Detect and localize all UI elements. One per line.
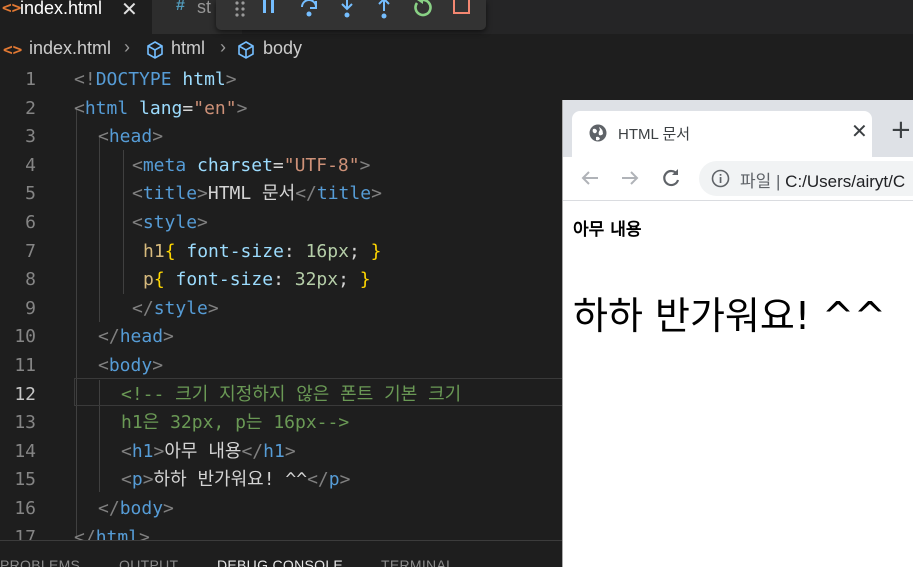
pause-icon[interactable] bbox=[256, 0, 282, 23]
code-text: </head> bbox=[98, 326, 174, 348]
code-line: 8 p{ font-size: 32px; } bbox=[0, 266, 620, 295]
html-file-icon: <> bbox=[2, 0, 22, 17]
breadcrumb-item-file[interactable]: index.html bbox=[29, 38, 111, 59]
browser-toolbar: 파일 | C:/Users/airyt/C bbox=[563, 157, 913, 201]
address-bar[interactable]: 파일 | C:/Users/airyt/C bbox=[699, 161, 913, 196]
back-arrow-icon[interactable] bbox=[576, 164, 604, 192]
css-hash-icon: # bbox=[176, 0, 185, 14]
panel-tab-bar: PROBLEMS OUTPUT DEBUG CONSOLE TERMINAL bbox=[0, 540, 562, 567]
code-line: 9 </style> bbox=[0, 295, 620, 324]
globe-icon bbox=[588, 123, 608, 143]
code-line: 3 <head> bbox=[0, 123, 620, 152]
line-number: 14 bbox=[14, 440, 36, 462]
tab-label: st bbox=[197, 0, 212, 17]
line-number: 6 bbox=[25, 212, 36, 233]
code-text: <p>하하 반가워요! ^^</p> bbox=[121, 469, 351, 491]
browser-tab-strip: HTML 문서 ✕ + bbox=[563, 100, 913, 157]
code-line: 5 <title>HTML 문서</title> bbox=[0, 180, 620, 209]
code-text: h1{ font-size: 16px; } bbox=[143, 240, 382, 262]
debug-toolbar bbox=[216, 0, 486, 30]
code-text: <html lang="en"> bbox=[74, 97, 248, 119]
code-text: <title>HTML 문서</title> bbox=[132, 183, 382, 205]
code-line: 16 </body> bbox=[0, 495, 620, 524]
code-line: 4 <meta charset="UTF-8"> bbox=[0, 152, 620, 181]
browser-window: HTML 문서 ✕ + 파일 | C:/Users/airyt/C 아무 내용 … bbox=[562, 100, 913, 567]
code-line-current: 12 <!-- 크기 지정하지 않은 폰트 기본 크기 bbox=[0, 381, 620, 410]
tab-output[interactable]: OUTPUT bbox=[119, 557, 178, 567]
code-line: 14 <h1>아무 내용</h1> bbox=[0, 438, 620, 467]
code-text: <meta charset="UTF-8"> bbox=[132, 154, 371, 176]
line-number: 9 bbox=[25, 297, 36, 319]
page-paragraph: 하하 반가워요! ^^ bbox=[573, 294, 886, 338]
line-number: 11 bbox=[14, 355, 36, 376]
line-number: 1 bbox=[25, 69, 36, 90]
breadcrumb-item-html[interactable]: html bbox=[171, 38, 205, 59]
line-number: 16 bbox=[14, 498, 36, 519]
browser-tab[interactable]: HTML 문서 ✕ bbox=[572, 111, 872, 157]
line-number: 5 bbox=[25, 183, 36, 205]
code-line: 15 <p>하하 반가워요! ^^</p> bbox=[0, 466, 620, 495]
new-tab-button[interactable]: + bbox=[890, 115, 912, 145]
restart-icon[interactable] bbox=[410, 0, 436, 23]
code-line: 13 h1은 32px, p는 16px--> bbox=[0, 409, 620, 438]
chevron-right-icon: › bbox=[124, 37, 130, 57]
step-into-icon[interactable] bbox=[334, 0, 360, 23]
line-number: 7 bbox=[25, 240, 36, 262]
tab-problems[interactable]: PROBLEMS bbox=[0, 557, 80, 567]
line-number: 10 bbox=[14, 326, 36, 348]
code-text: </style> bbox=[132, 297, 219, 319]
line-number: 8 bbox=[25, 269, 36, 291]
code-line: 1 <!DOCTYPE html> bbox=[0, 66, 620, 95]
chevron-right-icon: › bbox=[220, 37, 226, 57]
line-number: 3 bbox=[25, 126, 36, 148]
url-text: 파일 | C:/Users/airyt/C bbox=[740, 172, 906, 191]
reload-icon[interactable] bbox=[657, 164, 685, 192]
page-heading: 아무 내용 bbox=[573, 220, 642, 240]
code-text: <!DOCTYPE html> bbox=[74, 69, 237, 90]
tab-terminal[interactable]: TERMINAL bbox=[381, 557, 454, 567]
tab-debug-console[interactable]: DEBUG CONSOLE bbox=[217, 557, 343, 567]
code-text: <!-- 크기 지정하지 않은 폰트 기본 크기 bbox=[121, 383, 462, 405]
forward-arrow-icon[interactable] bbox=[616, 164, 644, 192]
breadcrumb-item-body[interactable]: body bbox=[263, 38, 302, 59]
step-over-icon[interactable] bbox=[296, 0, 322, 23]
code-line: 6 <style> bbox=[0, 209, 620, 238]
cube-icon bbox=[145, 40, 165, 60]
close-icon[interactable]: ✕ bbox=[851, 119, 868, 143]
line-number: 4 bbox=[25, 154, 36, 176]
line-number: 13 bbox=[14, 412, 36, 434]
code-line: 11 <body> bbox=[0, 352, 620, 381]
step-out-icon[interactable] bbox=[371, 0, 397, 23]
code-text: p{ font-size: 32px; } bbox=[143, 269, 371, 291]
code-text: <head> bbox=[98, 126, 164, 148]
code-text: <body> bbox=[98, 355, 164, 376]
line-number: 12 bbox=[14, 383, 36, 405]
page-viewport: 아무 내용 하하 반가워요! ^^ bbox=[563, 202, 913, 567]
stop-icon[interactable] bbox=[449, 0, 475, 23]
code-line: 10 </head> bbox=[0, 323, 620, 352]
code-line: 7 h1{ font-size: 16px; } bbox=[0, 238, 620, 267]
tab-label: index.html bbox=[20, 0, 103, 18]
line-number: 2 bbox=[25, 97, 36, 119]
line-number: 15 bbox=[14, 469, 36, 491]
code-line: 2 <html lang="en"> bbox=[0, 95, 620, 124]
code-text: h1은 32px, p는 16px--> bbox=[121, 412, 350, 434]
cube-icon bbox=[236, 40, 256, 60]
tab-index-html[interactable]: <> index.html ✕ bbox=[0, 0, 152, 34]
close-icon[interactable]: ✕ bbox=[121, 0, 138, 21]
code-text: </body> bbox=[98, 498, 174, 519]
drag-handle-icon[interactable] bbox=[228, 0, 254, 23]
browser-tab-title: HTML 문서 bbox=[618, 126, 691, 143]
code-text: <style> bbox=[132, 212, 208, 233]
html-file-icon: <> bbox=[3, 40, 23, 59]
info-icon[interactable] bbox=[711, 169, 730, 188]
code-text: <h1>아무 내용</h1> bbox=[121, 440, 296, 462]
